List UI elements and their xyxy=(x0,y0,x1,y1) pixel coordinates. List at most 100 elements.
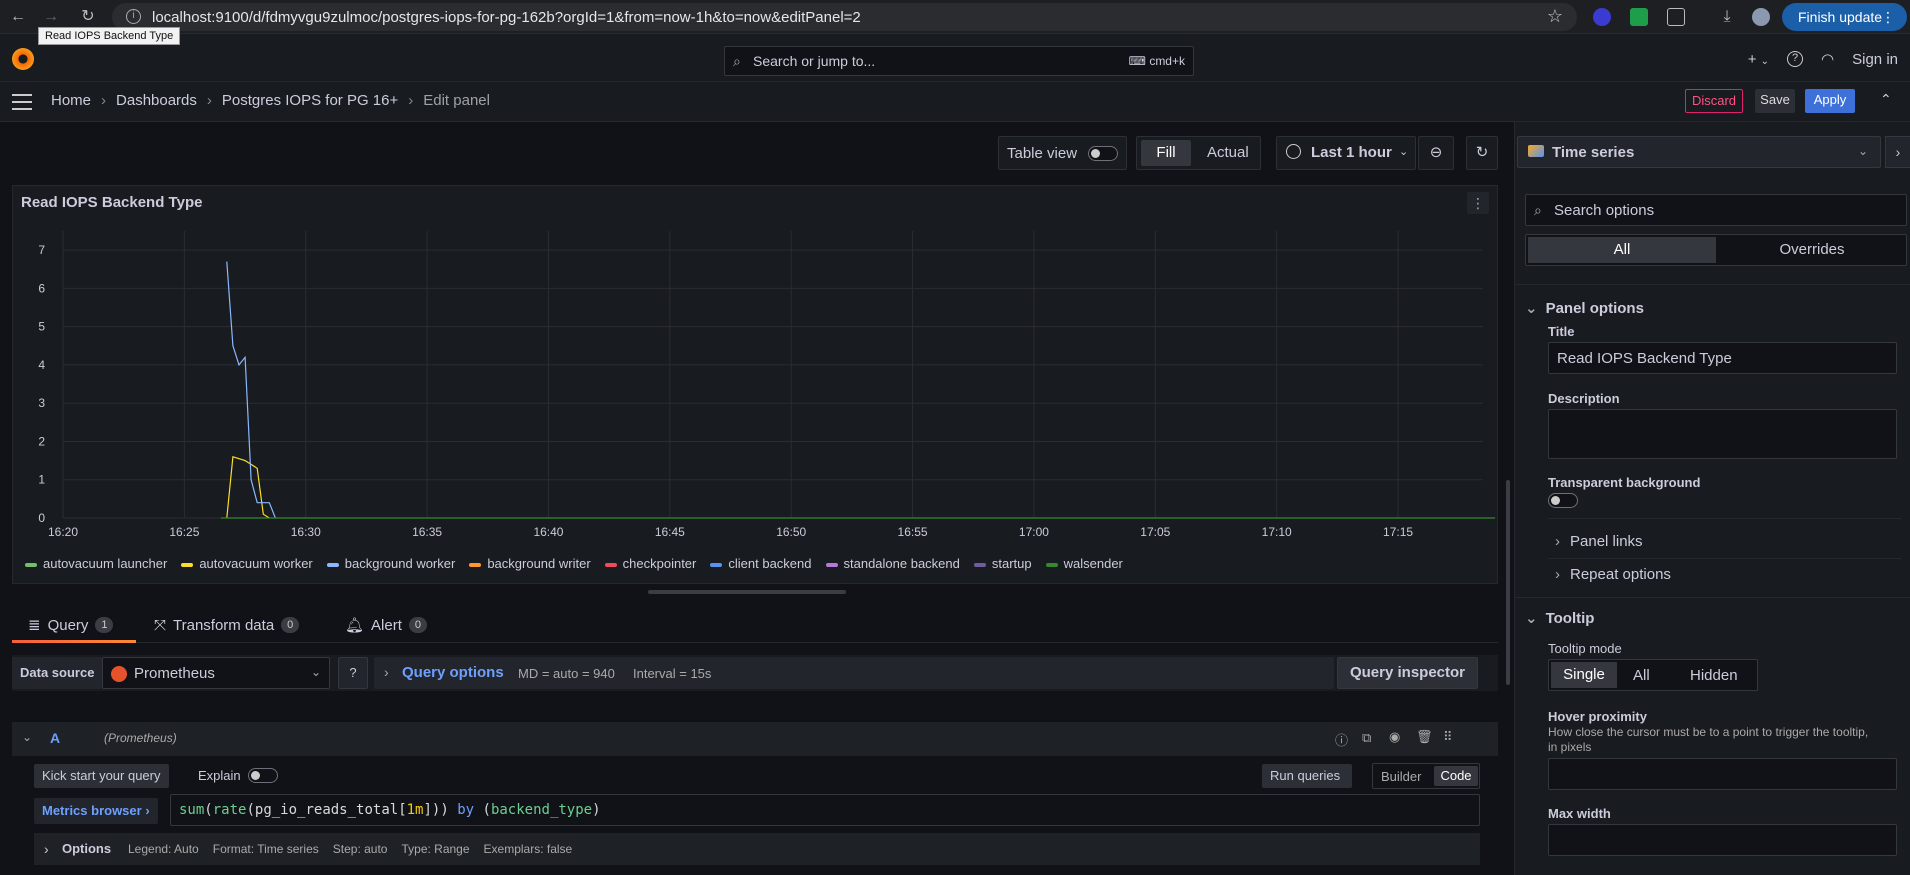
plus-label: + xyxy=(1747,50,1757,68)
legend-label: background worker xyxy=(344,556,456,571)
chevron-right-icon[interactable]: › xyxy=(1885,136,1910,168)
extensions-puzzle-icon[interactable] xyxy=(1667,8,1685,26)
promql-editor[interactable]: sum(rate(pg_io_reads_total[1m])) by (bac… xyxy=(170,794,1480,826)
breadcrumb-home[interactable]: Home xyxy=(51,92,91,109)
apply-button[interactable]: Apply xyxy=(1805,89,1855,113)
legend-item[interactable]: walsender xyxy=(1045,556,1123,571)
zoom-out-icon[interactable]: ⊖ xyxy=(1418,136,1454,170)
max-width-label: Max width xyxy=(1548,806,1611,821)
url-tooltip: Read IOPS Backend Type xyxy=(38,27,181,45)
chevron-up-icon[interactable]: ⌃ xyxy=(1880,91,1892,108)
run-queries-button[interactable]: Run queries xyxy=(1262,764,1352,788)
hover-proximity-description: How close the cursor must be to a point … xyxy=(1548,725,1869,754)
panel-menu-icon[interactable]: ⋮ xyxy=(1467,192,1489,214)
help-icon[interactable]: ? xyxy=(338,657,368,689)
tab-all[interactable]: All xyxy=(1528,237,1716,263)
save-button[interactable]: Save xyxy=(1755,89,1795,113)
code-mode[interactable]: Code xyxy=(1434,766,1478,786)
duplicate-icon[interactable]: ⧉ xyxy=(1362,730,1371,746)
scrollbar[interactable] xyxy=(1506,480,1510,685)
max-width-input[interactable] xyxy=(1548,824,1897,856)
chevron-right-icon: › xyxy=(384,664,389,680)
code-token: 1m xyxy=(406,802,424,818)
help-icon[interactable]: ? xyxy=(1787,51,1804,67)
datasource-picker[interactable]: Prometheus ⌄ xyxy=(102,657,330,689)
options-tabs: All Overrides xyxy=(1525,234,1907,266)
legend-item[interactable]: checkpointer xyxy=(604,556,696,571)
browser-bar: ← → ↻ i localhost:9100/d/fdmyvgu9zulmoc/… xyxy=(0,0,1910,34)
legend-item[interactable]: background worker xyxy=(326,556,456,571)
table-view-switch[interactable] xyxy=(1088,146,1118,161)
tab-overrides[interactable]: Overrides xyxy=(1718,237,1906,263)
rss-icon[interactable]: ◠ xyxy=(1821,50,1834,68)
table-view-toggle[interactable]: Table view xyxy=(998,136,1127,170)
query-options-summary[interactable]: › Options Legend: Auto Format: Time serie… xyxy=(34,833,1480,865)
pane-splitter[interactable] xyxy=(648,590,846,594)
explain-switch[interactable] xyxy=(248,768,278,783)
transparent-bg-label: Transparent background xyxy=(1548,475,1701,490)
legend-item[interactable]: autovacuum launcher xyxy=(25,556,167,571)
legend-item[interactable]: background writer xyxy=(469,556,591,571)
collapse-icon[interactable]: ⌄ xyxy=(22,730,32,744)
extension-icon[interactable] xyxy=(1593,8,1611,26)
search-input[interactable]: ⌕ Search or jump to... ⌨ cmd+k xyxy=(724,46,1194,76)
query-ref-id[interactable]: A xyxy=(50,730,60,746)
tooltip-header[interactable]: ⌄ Tooltip xyxy=(1525,609,1594,627)
legend-item[interactable]: client backend xyxy=(710,556,812,571)
options-search-input[interactable]: ⌕ Search options xyxy=(1525,194,1907,226)
sign-in-link[interactable]: Sign in xyxy=(1852,51,1898,68)
address-bar[interactable]: i localhost:9100/d/fdmyvgu9zulmoc/postgr… xyxy=(112,3,1577,31)
tooltip-mode-single[interactable]: Single xyxy=(1551,662,1617,688)
profile-avatar[interactable] xyxy=(1752,8,1770,26)
actual-option[interactable]: Actual xyxy=(1207,144,1249,161)
y-tick-label: 2 xyxy=(38,434,45,448)
builder-mode[interactable]: Builder xyxy=(1381,769,1421,784)
reload-icon[interactable]: ↻ xyxy=(78,7,98,27)
finish-update-button[interactable]: Finish update ⋮ xyxy=(1782,3,1907,31)
trash-icon[interactable]: 🗑︎ xyxy=(1416,729,1433,745)
drag-handle-icon[interactable]: ⠿ xyxy=(1443,729,1453,745)
query-options-bar[interactable]: › Query options MD = auto = 940 Interval… xyxy=(374,657,1334,689)
tab-transform[interactable]: ⤧ Transform data 0 xyxy=(154,611,300,639)
visualization-picker[interactable]: Time series ⌄ xyxy=(1517,136,1881,168)
hover-proximity-input[interactable] xyxy=(1548,758,1897,790)
query-tabs: ≣ Query 1 ⤧ Transform data 0 🔔︎ Alert 0 xyxy=(12,603,1498,643)
description-label: Description xyxy=(1548,391,1620,406)
add-icon[interactable]: + ⌄ xyxy=(1748,51,1769,68)
download-icon[interactable]: ⤓ xyxy=(1717,7,1737,27)
site-info-icon[interactable]: i xyxy=(126,9,141,24)
forward-icon[interactable]: → xyxy=(41,7,61,27)
refresh-icon[interactable]: ↻ xyxy=(1466,136,1498,170)
tooltip-mode-hidden[interactable]: Hidden xyxy=(1690,667,1738,684)
legend-item[interactable]: standalone backend xyxy=(825,556,960,571)
tab-transform-label: Transform data xyxy=(173,616,275,634)
breadcrumb-dashboard[interactable]: Postgres IOPS for PG 16+ xyxy=(222,92,398,109)
tooltip-mode-all[interactable]: All xyxy=(1633,667,1650,684)
tab-alert[interactable]: 🔔︎ Alert 0 xyxy=(345,611,427,639)
transparent-bg-switch[interactable] xyxy=(1548,493,1578,508)
explain-label: Explain xyxy=(198,768,241,783)
eye-icon[interactable]: ◉ xyxy=(1389,729,1400,745)
bookmark-star-icon[interactable]: ☆ xyxy=(1547,6,1563,27)
repeat-options-header[interactable]: › Repeat options xyxy=(1555,566,1671,583)
legend-item[interactable]: startup xyxy=(973,556,1032,571)
query-help-icon[interactable]: ⓘ xyxy=(1335,730,1348,749)
back-icon[interactable]: ← xyxy=(8,7,28,27)
legend-item[interactable]: autovacuum worker xyxy=(181,556,313,571)
time-range-picker[interactable]: Last 1 hour ⌄ xyxy=(1276,136,1416,170)
grafana-logo-icon[interactable] xyxy=(12,48,34,70)
menu-icon[interactable] xyxy=(12,94,32,110)
extension-icon[interactable] xyxy=(1630,8,1648,26)
tab-query[interactable]: ≣ Query 1 xyxy=(28,611,114,639)
metrics-browser-button[interactable]: Metrics browser › xyxy=(34,798,158,824)
title-input[interactable]: Read IOPS Backend Type xyxy=(1548,342,1897,374)
query-row-header[interactable]: ⌄ A (Prometheus) ⓘ ⧉ ◉ 🗑︎ ⠿ xyxy=(12,722,1498,756)
fill-option[interactable]: Fill xyxy=(1141,140,1191,166)
description-textarea[interactable] xyxy=(1548,409,1897,459)
query-inspector-button[interactable]: Query inspector xyxy=(1337,657,1478,689)
panel-options-header[interactable]: ⌄ Panel options xyxy=(1525,299,1644,317)
breadcrumb-dashboards[interactable]: Dashboards xyxy=(116,92,197,109)
kick-start-button[interactable]: Kick start your query xyxy=(34,764,169,788)
panel-links-header[interactable]: › Panel links xyxy=(1555,533,1643,550)
discard-button[interactable]: Discard xyxy=(1685,89,1743,113)
